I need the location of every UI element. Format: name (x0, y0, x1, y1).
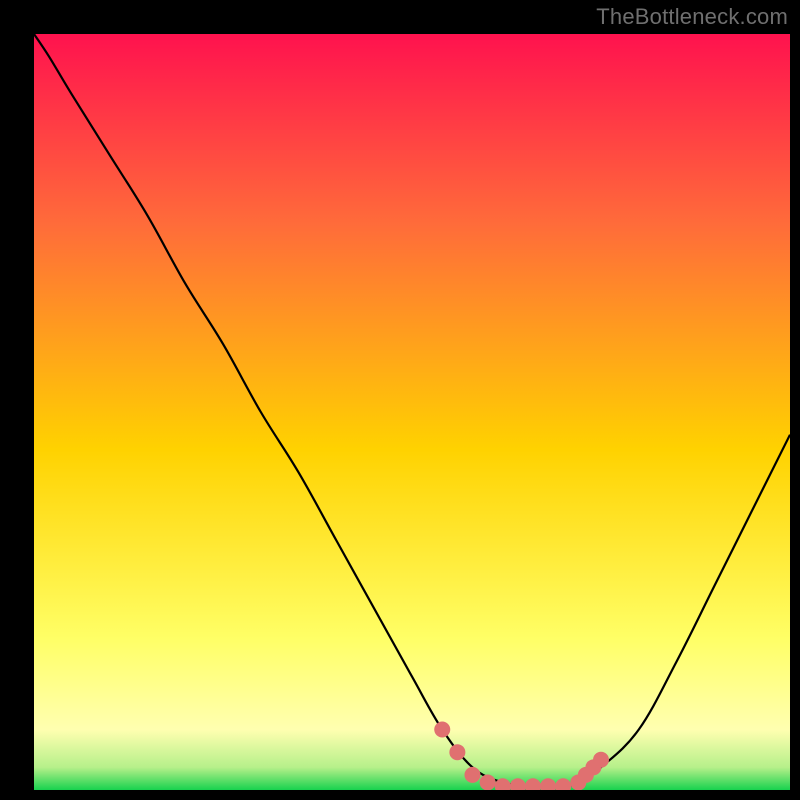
optimal-marker (593, 752, 609, 768)
chart-frame: TheBottleneck.com (0, 0, 800, 800)
optimal-marker (480, 774, 496, 790)
frame-bottom (0, 790, 800, 800)
bottleneck-chart (0, 0, 800, 800)
optimal-marker (464, 767, 480, 783)
optimal-marker (449, 744, 465, 760)
frame-right (790, 0, 800, 800)
frame-left (0, 0, 34, 800)
optimal-marker (434, 722, 450, 738)
attribution-text: TheBottleneck.com (596, 4, 788, 30)
